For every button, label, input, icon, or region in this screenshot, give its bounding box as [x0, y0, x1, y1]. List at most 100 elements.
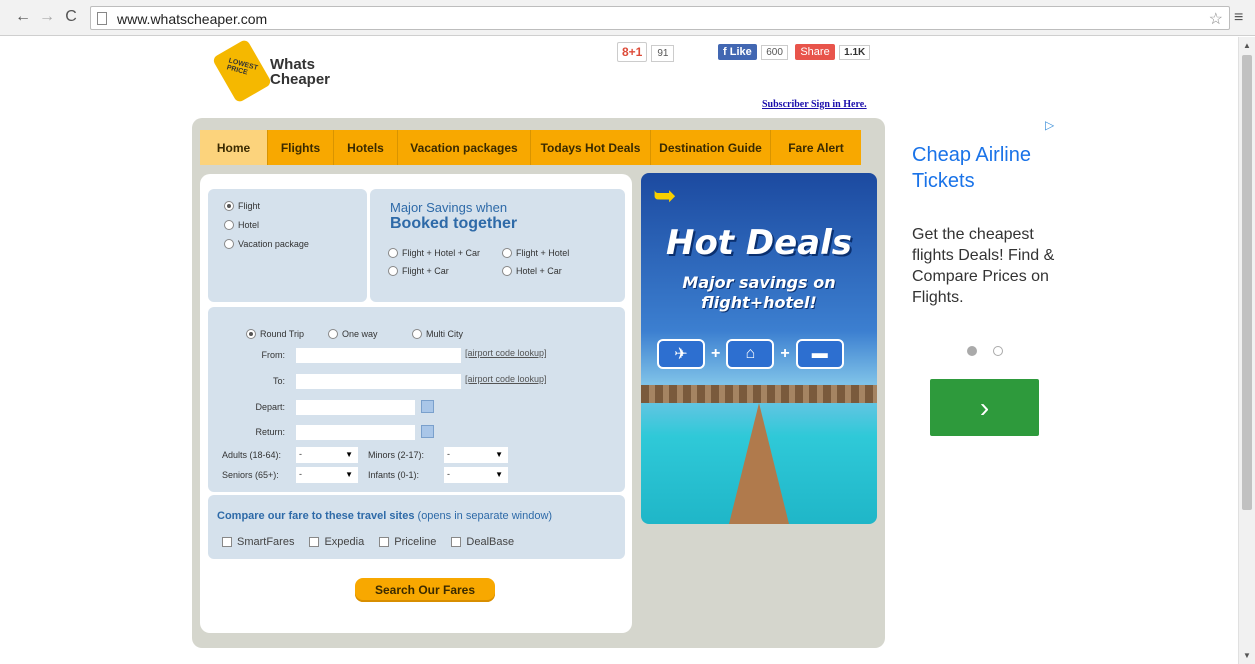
- bundle-hc-input[interactable]: [502, 266, 512, 276]
- back-icon[interactable]: ←: [14, 8, 32, 26]
- gplus-count: 91: [651, 45, 675, 62]
- compare-heading: Compare our fare to these travel sites (…: [217, 510, 553, 522]
- trip-round-input[interactable]: [246, 329, 256, 339]
- scroll-up-icon[interactable]: ▲: [1243, 41, 1251, 50]
- site-dealbase[interactable]: DealBase: [451, 536, 514, 548]
- compare-sites: SmartFares Expedia Priceline DealBase: [222, 536, 514, 548]
- trip-round[interactable]: Round Trip: [246, 329, 304, 339]
- tab-home[interactable]: Home: [200, 130, 268, 165]
- bundle-flight-car[interactable]: Flight + Car: [388, 266, 449, 276]
- tab-flights[interactable]: Flights: [268, 130, 334, 165]
- reload-icon[interactable]: C: [62, 8, 80, 26]
- radio-flight[interactable]: Flight: [224, 201, 260, 211]
- from-input[interactable]: [296, 348, 461, 363]
- return-calendar-icon[interactable]: [421, 425, 434, 438]
- bookmark-star-icon[interactable]: ☆: [1209, 9, 1223, 29]
- radio-vacation-package[interactable]: Vacation package: [224, 239, 309, 249]
- hot-deals-banner[interactable]: ➥ Hot Deals Major savings on flight+hotel…: [641, 173, 877, 524]
- fb-like-button[interactable]: f Like: [718, 44, 757, 60]
- airplane-icon: ✈: [657, 339, 705, 369]
- bundle-flight-hotel-car[interactable]: Flight + Hotel + Car: [388, 248, 480, 258]
- priceline-checkbox[interactable]: [379, 537, 390, 547]
- ad-dot-2[interactable]: [993, 346, 1003, 356]
- curved-arrow-icon: ➥: [653, 180, 677, 211]
- scroll-down-icon[interactable]: ▼: [1243, 651, 1251, 660]
- ad-carousel-dots: [967, 346, 1003, 356]
- to-airport-lookup-link[interactable]: [airport code lookup]: [465, 374, 547, 384]
- tab-vacation-packages[interactable]: Vacation packages: [398, 130, 531, 165]
- trip-multicity-input[interactable]: [412, 329, 422, 339]
- dealbase-checkbox[interactable]: [451, 537, 462, 547]
- radio-flight-input[interactable]: [224, 201, 234, 211]
- fb-like-label: Like: [729, 46, 752, 58]
- depart-label: Depart:: [255, 402, 285, 412]
- from-label: From:: [261, 350, 286, 360]
- seniors-label: Seniors (65+):: [222, 470, 279, 480]
- trip-oneway-input[interactable]: [328, 329, 338, 339]
- adults-dropdown-icon: ▼: [345, 450, 353, 459]
- to-label: To:: [272, 376, 285, 386]
- gplus-button[interactable]: 8+1: [617, 42, 648, 62]
- tab-fare-alert[interactable]: Fare Alert: [771, 130, 861, 165]
- ad-body: Get the cheapest flights Deals! Find & C…: [912, 226, 1055, 306]
- radio-hotel-input[interactable]: [224, 220, 234, 230]
- search-fares-button[interactable]: Search Our Fares: [355, 578, 495, 602]
- scrollbar-thumb[interactable]: [1242, 55, 1252, 510]
- adchoices-icon[interactable]: ▷: [1045, 118, 1054, 132]
- bundle-fc-input[interactable]: [388, 266, 398, 276]
- depart-input[interactable]: [296, 400, 415, 415]
- subscriber-signin-link[interactable]: Subscriber Sign in Here.: [762, 99, 867, 110]
- scrollbar[interactable]: ▲ ▼: [1238, 37, 1255, 664]
- tab-hotels[interactable]: Hotels: [334, 130, 398, 165]
- bundle-flight-hotel[interactable]: Flight + Hotel: [502, 248, 569, 258]
- ad-next-button[interactable]: ›: [930, 379, 1039, 436]
- trip-oneway[interactable]: One way: [328, 329, 378, 339]
- overwater-huts: [641, 385, 877, 403]
- trip-multicity[interactable]: Multi City: [412, 329, 463, 339]
- car-icon: ▬: [795, 339, 844, 369]
- hotel-icon: ⌂: [726, 339, 775, 369]
- logo-text: Whats Cheaper: [270, 56, 331, 88]
- return-input[interactable]: [296, 425, 415, 440]
- page-icon: [97, 12, 107, 25]
- pier-image: [729, 403, 789, 524]
- depart-calendar-icon[interactable]: [421, 400, 434, 413]
- address-bar[interactable]: www.whatscheaper.com ☆: [90, 6, 1230, 30]
- radio-vacation-input[interactable]: [224, 239, 234, 249]
- from-airport-lookup-link[interactable]: [airport code lookup]: [465, 348, 547, 358]
- bundle-fhc-input[interactable]: [388, 248, 398, 258]
- radio-hotel[interactable]: Hotel: [224, 220, 259, 230]
- infants-select[interactable]: - ▼: [444, 467, 508, 483]
- bundle-heading-line2: Booked together: [390, 215, 518, 232]
- facebook-widget[interactable]: f Like 600 Share 1.1K: [718, 42, 871, 60]
- google-plus-widget[interactable]: 8+1 91: [617, 42, 675, 62]
- bundle-fh-input[interactable]: [502, 248, 512, 258]
- to-input[interactable]: [296, 374, 461, 389]
- promo-subtitle: Major savings on flight+hotel!: [682, 273, 836, 312]
- minors-label: Minors (2-17):: [368, 450, 425, 460]
- fb-share-button[interactable]: Share: [795, 44, 835, 60]
- main-nav: Home Flights Hotels Vacation packages To…: [200, 130, 861, 165]
- infants-label: Infants (0-1):: [368, 470, 420, 480]
- fb-like-count: 600: [761, 45, 788, 60]
- promo-title: Hot Deals: [665, 223, 853, 263]
- smartfares-checkbox[interactable]: [222, 537, 232, 547]
- ad-title-link[interactable]: Cheap Airline Tickets: [912, 142, 1092, 194]
- adults-select[interactable]: - ▼: [296, 447, 358, 463]
- menu-icon[interactable]: ≡: [1234, 9, 1243, 27]
- tab-destination-guide[interactable]: Destination Guide: [651, 130, 771, 165]
- minors-select[interactable]: - ▼: [444, 447, 508, 463]
- adults-label: Adults (18-64):: [222, 450, 282, 460]
- url-text[interactable]: www.whatscheaper.com: [117, 11, 267, 27]
- site-smartfares[interactable]: SmartFares: [222, 536, 294, 548]
- ad-dot-1[interactable]: [967, 346, 977, 356]
- site-priceline[interactable]: Priceline: [379, 536, 436, 548]
- site-expedia[interactable]: Expedia: [309, 536, 364, 548]
- expedia-checkbox[interactable]: [309, 537, 320, 547]
- site-logo[interactable]: LOWEST PRICE Whats Cheaper: [211, 38, 352, 104]
- price-tag-icon: LOWEST PRICE: [211, 38, 273, 104]
- forward-icon[interactable]: →: [38, 8, 56, 26]
- bundle-hotel-car[interactable]: Hotel + Car: [502, 266, 562, 276]
- tab-todays-hot-deals[interactable]: Todays Hot Deals: [531, 130, 651, 165]
- seniors-select[interactable]: - ▼: [296, 467, 358, 483]
